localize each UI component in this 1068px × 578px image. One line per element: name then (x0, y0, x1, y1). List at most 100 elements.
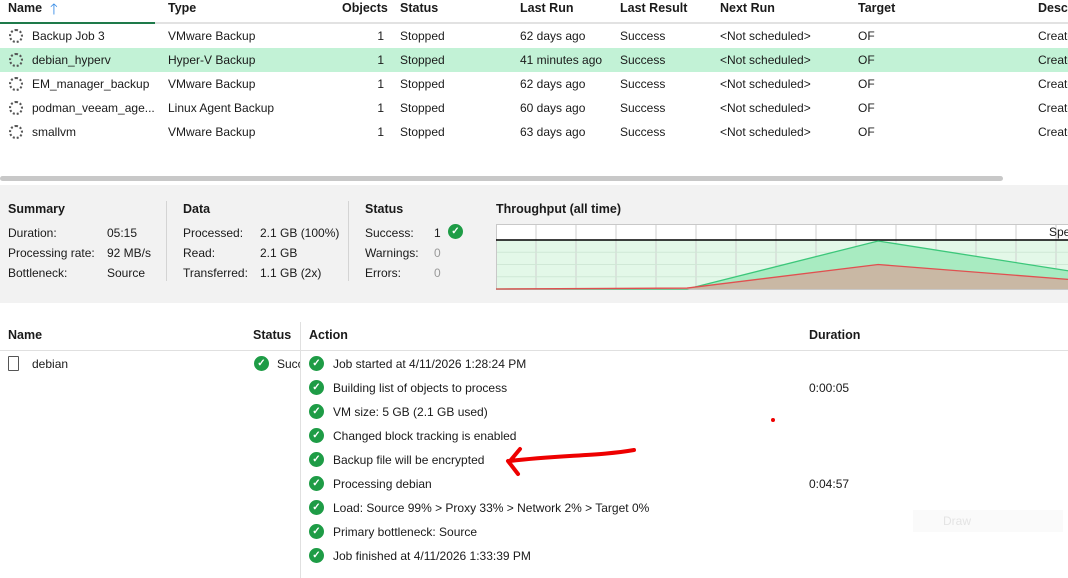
action-text: Building list of objects to process (333, 381, 508, 395)
job-row[interactable]: debian_hyperv Hyper-V Backup 1 Stopped 41 mi… (0, 48, 1068, 72)
job-type: Linux Agent Backup (168, 101, 275, 115)
col-type[interactable]: Type (168, 1, 196, 15)
warnings-label: Warnings: (365, 246, 419, 260)
job-target: OF (858, 77, 875, 91)
job-descr: Create (1038, 77, 1068, 91)
job-last-result: Success (620, 53, 666, 67)
job-type: VMware Backup (168, 77, 256, 91)
job-type: VMware Backup (168, 29, 256, 43)
job-next-run: <Not scheduled> (720, 53, 811, 67)
job-gear-icon (9, 29, 23, 43)
job-name: Backup Job 3 (32, 29, 105, 43)
duration-value: 05:15 (107, 226, 138, 240)
success-check-icon: ✓ (309, 356, 324, 371)
action-text: Job finished at 4/11/2026 1:33:39 PM (333, 549, 531, 563)
job-descr: Create (1038, 29, 1068, 43)
job-descr: Create (1038, 125, 1068, 139)
job-last-result: Success (620, 101, 666, 115)
object-row[interactable]: debian ✓ Succ (0, 352, 300, 376)
processed-value: 2.1 GB (100%) (260, 226, 340, 240)
col-description[interactable]: Descr (1038, 1, 1068, 15)
divider (348, 201, 349, 281)
draw-button[interactable]: Draw (913, 510, 1063, 532)
divider (300, 322, 301, 578)
job-status: Stopped (400, 53, 445, 67)
read-value: 2.1 GB (260, 246, 298, 260)
details-col-duration[interactable]: Duration (809, 328, 860, 342)
success-check-icon: ✓ (254, 356, 269, 371)
job-name: EM_manager_backup (32, 77, 150, 91)
vm-icon (8, 356, 19, 371)
col-last-result[interactable]: Last Result (620, 1, 687, 15)
job-row[interactable]: smallvm VMware Backup 1 Stopped 63 days ago S… (0, 120, 1068, 144)
horizontal-scrollbar[interactable] (0, 176, 1003, 181)
action-text: Processing debian (333, 477, 432, 491)
bottleneck-value: Source (107, 266, 146, 280)
job-last-run: 62 days ago (520, 29, 586, 43)
data-title: Data (183, 202, 211, 216)
chart-header-band (496, 224, 1068, 240)
job-row[interactable]: EM_manager_backup VMware Backup 1 Stopped 62… (0, 72, 1068, 96)
job-last-result: Success (620, 125, 666, 139)
job-status: Stopped (400, 77, 445, 91)
job-target: OF (858, 29, 875, 43)
details-col-action[interactable]: Action (309, 328, 348, 342)
job-objects: 1 (377, 53, 384, 67)
success-check-icon: ✓ (309, 500, 324, 515)
action-row: ✓ Processing debian 0:04:57 (309, 472, 1049, 496)
job-gear-icon (9, 101, 23, 115)
success-check-icon: ✓ (309, 548, 324, 563)
job-next-run: <Not scheduled> (720, 29, 811, 43)
job-gear-icon (9, 53, 23, 67)
job-last-run: 62 days ago (520, 77, 586, 91)
action-row: ✓ Changed block tracking is enabled (309, 424, 1049, 448)
success-check-icon: ✓ (309, 524, 324, 539)
job-gear-icon (9, 77, 23, 91)
transferred-value: 1.1 GB (2x) (260, 266, 322, 280)
job-objects: 1 (377, 125, 384, 139)
action-text: Primary bottleneck: Source (333, 525, 478, 539)
col-objects[interactable]: Objects (342, 1, 388, 15)
action-text: Backup file will be encrypted (333, 453, 485, 467)
job-objects: 1 (377, 77, 384, 91)
errors-count: 0 (434, 266, 441, 280)
action-duration: 0:00:05 (809, 381, 850, 395)
draw-button-label: Draw (943, 514, 972, 528)
details-col-status[interactable]: Status (253, 328, 291, 342)
job-row[interactable]: Backup Job 3 VMware Backup 1 Stopped 62 days… (0, 24, 1068, 48)
bottleneck-label: Bottleneck: (8, 266, 68, 280)
throughput-chart (496, 224, 1068, 290)
action-text: Job started at 4/11/2026 1:28:24 PM (333, 357, 527, 371)
job-target: OF (858, 125, 875, 139)
col-name[interactable]: Name (8, 1, 42, 15)
read-label: Read: (183, 246, 216, 260)
job-status: Stopped (400, 125, 445, 139)
col-status[interactable]: Status (400, 1, 438, 15)
status-title: Status (365, 202, 404, 216)
divider (166, 201, 167, 281)
sort-ascending-icon[interactable]: 🡑 (50, 0, 58, 24)
job-next-run: <Not scheduled> (720, 101, 811, 115)
action-row: ✓ Backup file will be encrypted (309, 448, 1049, 472)
job-objects: 1 (377, 101, 384, 115)
col-next-run[interactable]: Next Run (720, 1, 775, 15)
col-target[interactable]: Target (858, 1, 895, 15)
job-name: smallvm (32, 125, 76, 139)
job-descr: Create (1038, 53, 1068, 67)
action-row: ✓ Job started at 4/11/2026 1:28:24 PM (309, 352, 1049, 376)
job-last-run: 41 minutes ago (520, 53, 603, 67)
job-status: Stopped (400, 29, 445, 43)
job-gear-icon (9, 125, 23, 139)
processed-label: Processed: (183, 226, 244, 240)
success-check-icon: ✓ (309, 476, 324, 491)
col-last-run[interactable]: Last Run (520, 1, 573, 15)
duration-label: Duration: (8, 226, 57, 240)
details-col-name[interactable]: Name (8, 328, 42, 342)
summary-title: Summary (8, 202, 65, 216)
success-check-icon: ✓ (309, 428, 324, 443)
job-name: podman_veeam_age... (32, 101, 155, 115)
job-row[interactable]: podman_veeam_age... Linux Agent Backup 1 St… (0, 96, 1068, 120)
job-type: Hyper-V Backup (168, 53, 256, 67)
success-check-icon: ✓ (309, 380, 324, 395)
job-target: OF (858, 101, 875, 115)
